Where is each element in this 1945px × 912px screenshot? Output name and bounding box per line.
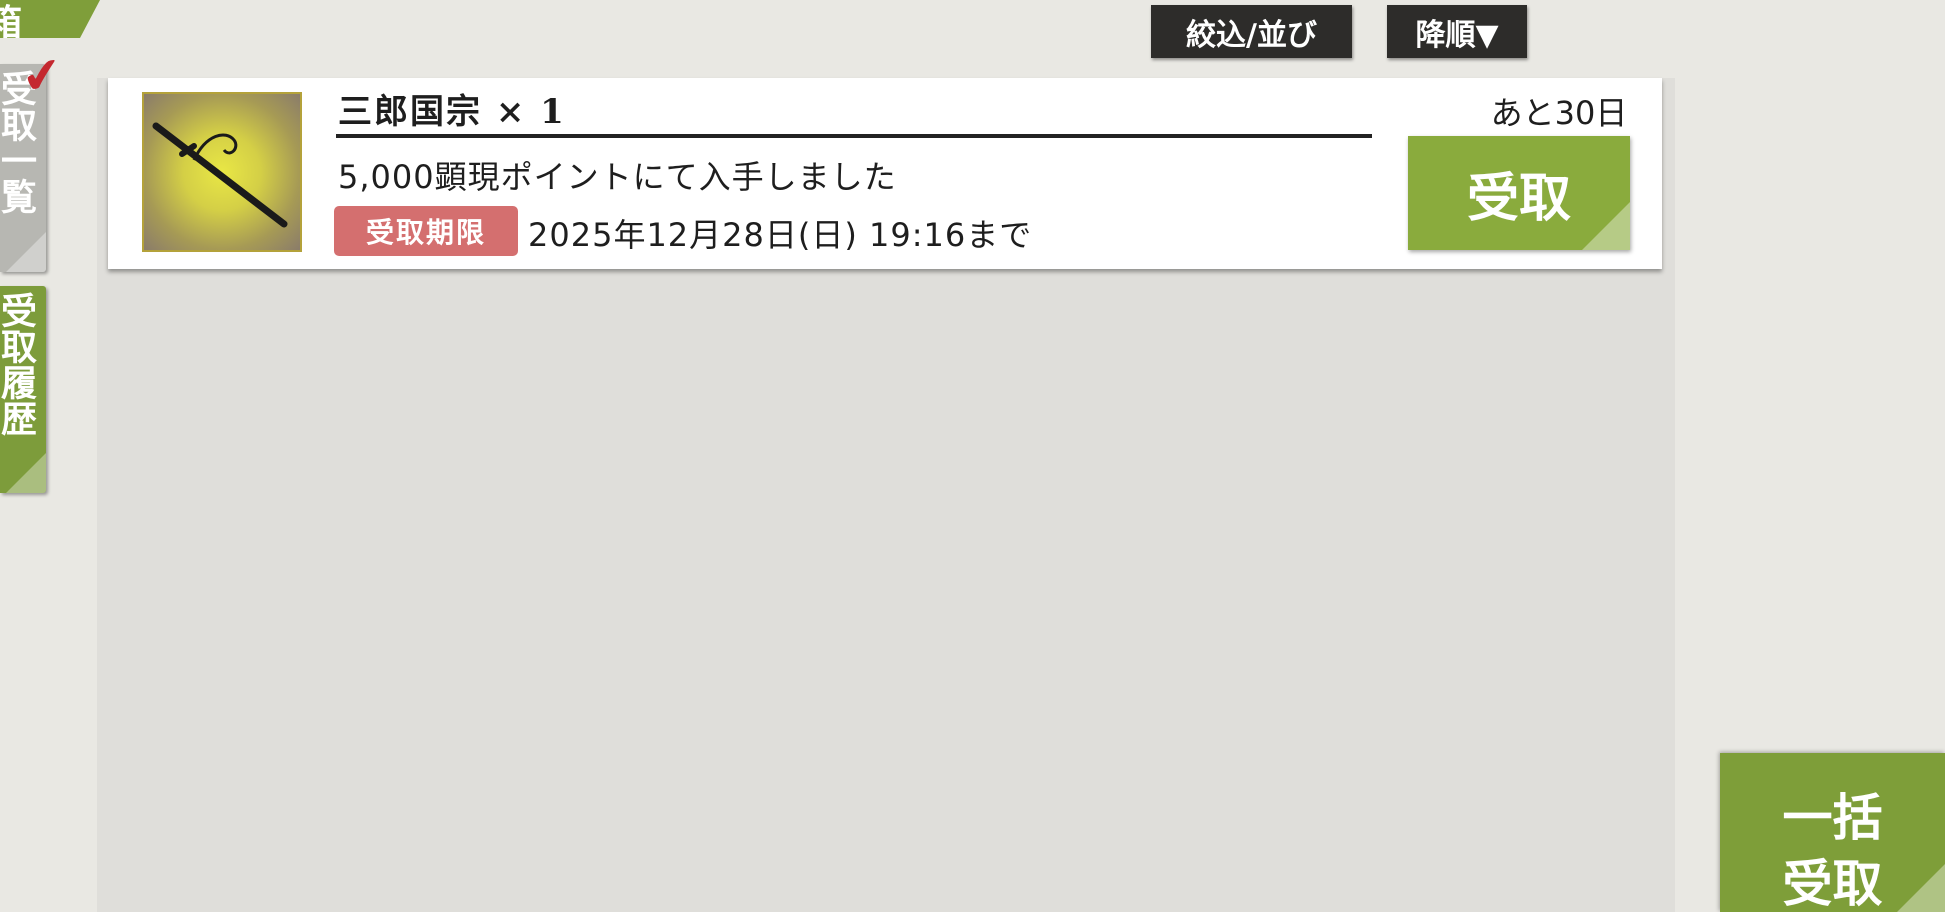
katana-icon (142, 92, 302, 252)
tab-corner-decoration (6, 232, 46, 272)
bulk-receive-button[interactable]: 一括 受取 (1720, 753, 1945, 912)
item-list-panel[interactable]: 三郎国宗 × 1 5,000顕現ポイントにて入手しました 受取期限 2025年1… (97, 78, 1675, 912)
deadline-badge: 受取期限 (334, 206, 518, 256)
name-divider (336, 134, 1372, 138)
tab-receive-history-label: 受取履歴 (0, 292, 37, 436)
tab-corner-decoration (6, 453, 46, 493)
button-corner-decoration (1897, 864, 1945, 912)
filter-sort-button[interactable]: 絞込/並び (1151, 5, 1352, 58)
item-name: 三郎国宗 × 1 (338, 92, 566, 132)
remaining-days: あと30日 (1490, 94, 1628, 132)
bulk-receive-label-line1: 一括 (1782, 788, 1883, 847)
receive-button[interactable]: 受取 (1408, 136, 1630, 250)
selected-check-icon: ✔ (18, 45, 66, 107)
item-description: 5,000顕現ポイントにて入手しました (338, 158, 897, 196)
tab-receive-history[interactable]: 受取履歴 (0, 286, 46, 493)
button-corner-decoration (1582, 202, 1630, 250)
list-item: 三郎国宗 × 1 5,000顕現ポイントにて入手しました 受取期限 2025年1… (108, 78, 1662, 269)
screen-title: 箱 (0, 2, 23, 44)
screen-title-tag: 箱 (0, 0, 100, 38)
deadline-text: 2025年12月28日(日) 19:16まで (528, 216, 1033, 254)
sort-order-button[interactable]: 降順▼ (1387, 5, 1527, 58)
receive-button-label: 受取 (1466, 167, 1571, 229)
